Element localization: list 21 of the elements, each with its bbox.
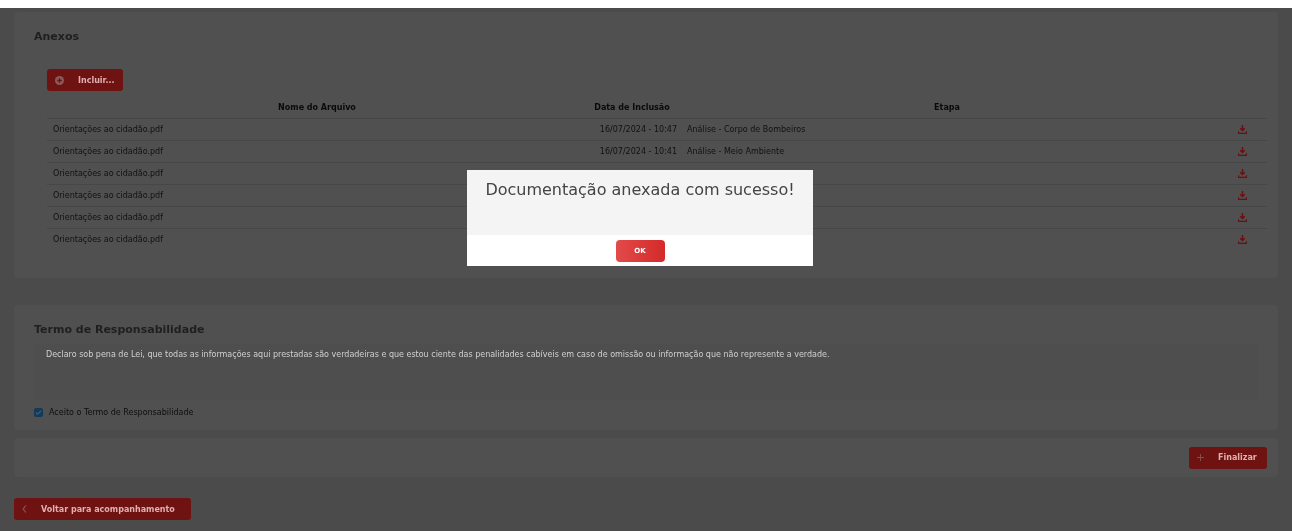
check-icon <box>35 409 42 416</box>
date-cell-text: 16/07/2024 - 10:41 <box>598 147 677 156</box>
chevron-left-icon <box>22 505 27 513</box>
download-icon[interactable] <box>1237 169 1247 178</box>
date-cell-text: 16/07/2024 - 10:47 <box>598 125 677 134</box>
dialog-message: Documentação anexada com sucesso! <box>485 180 795 201</box>
download-icon[interactable] <box>1237 235 1247 244</box>
plus-icon <box>1197 454 1204 461</box>
download-icon[interactable] <box>1237 125 1247 134</box>
column-header: Etapa <box>933 103 961 112</box>
download-icon[interactable] <box>1237 213 1247 222</box>
plus-circle-icon <box>55 75 64 85</box>
add-button[interactable]: Incluir... <box>47 69 123 91</box>
column-header: Nome do Arquivo <box>277 103 357 112</box>
finish-button[interactable]: Finalizar <box>1189 446 1267 469</box>
back-button[interactable]: Voltar para acompanhamento <box>14 498 191 520</box>
download-icon[interactable] <box>1237 191 1247 200</box>
column-header: Data de Inclusão <box>593 103 671 112</box>
terms-text: Declaro sob pena de Lei, que todas as informações aqui prestadas são verdadeiras e que estou ciente das penalidades cabíveis em caso de omissão ou informação que não represente a verdade. <box>46 350 830 359</box>
download-icon[interactable] <box>1237 147 1247 156</box>
checkbox[interactable] <box>34 408 43 417</box>
